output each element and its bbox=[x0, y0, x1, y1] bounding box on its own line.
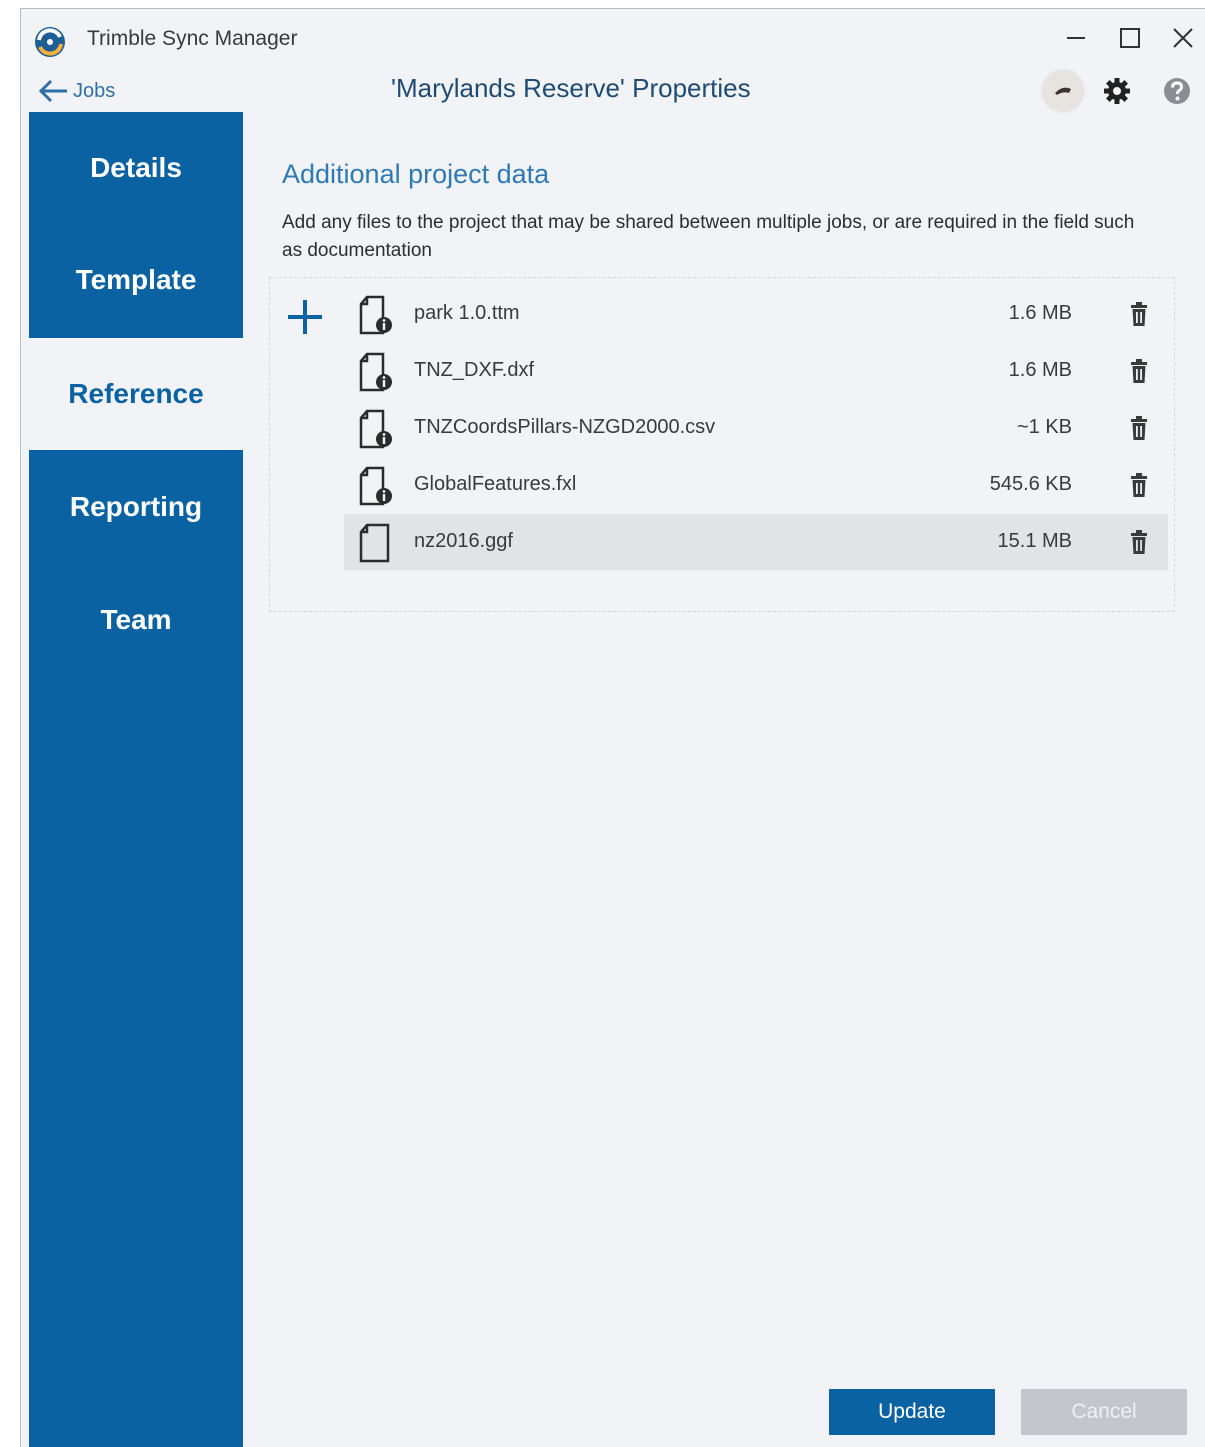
trimble-logo-icon bbox=[35, 27, 65, 57]
sidebar-item-team[interactable]: Team bbox=[29, 564, 243, 676]
back-to-jobs-link[interactable]: Jobs bbox=[37, 75, 115, 107]
file-info-icon bbox=[359, 466, 392, 506]
sidebar-item-details[interactable]: Details bbox=[29, 112, 243, 224]
trash-icon[interactable] bbox=[1128, 358, 1150, 384]
file-name: park 1.0.ttm bbox=[414, 302, 520, 324]
file-info-icon bbox=[359, 295, 392, 335]
sidebar-item-label: Template bbox=[75, 264, 197, 295]
file-info-icon bbox=[359, 409, 392, 449]
file-name: TNZ_DXF.dxf bbox=[414, 359, 535, 381]
file-size: 545.6 KB bbox=[989, 473, 1072, 495]
file-icon bbox=[359, 523, 390, 563]
trash-icon[interactable] bbox=[1128, 472, 1150, 498]
section-title: Additional project data bbox=[282, 159, 550, 189]
file-row[interactable]: GlobalFeatures.fxl 545.6 KB bbox=[344, 457, 1168, 513]
sidebar-item-reference[interactable]: Reference bbox=[29, 338, 243, 450]
gear-icon[interactable] bbox=[1101, 75, 1133, 107]
file-name: nz2016.ggf bbox=[414, 530, 513, 552]
file-row[interactable]: park 1.0.ttm 1.6 MB bbox=[344, 286, 1168, 342]
trash-icon[interactable] bbox=[1128, 301, 1150, 327]
sidebar-item-reporting[interactable]: Reporting bbox=[29, 451, 243, 563]
trash-icon[interactable] bbox=[1128, 415, 1150, 441]
help-icon[interactable] bbox=[1161, 75, 1193, 107]
avatar[interactable] bbox=[1043, 71, 1083, 111]
file-name: GlobalFeatures.fxl bbox=[414, 473, 577, 495]
file-row[interactable]: TNZ_DXF.dxf 1.6 MB bbox=[344, 343, 1168, 399]
sidebar-item-template[interactable]: Template bbox=[29, 224, 243, 336]
app-window: Trimble Sync Manager Jobs 'Marylands Res… bbox=[20, 8, 1205, 1447]
page-title: 'Marylands Reserve' Properties bbox=[391, 73, 751, 103]
sidebar-item-label: Team bbox=[100, 604, 172, 635]
title-bar: Trimble Sync Manager bbox=[21, 9, 1205, 65]
sidebar-item-label: Reporting bbox=[69, 491, 203, 522]
cancel-button[interactable]: Cancel bbox=[1021, 1389, 1187, 1435]
file-row[interactable]: TNZCoordsPillars-NZGD2000.csv ~1 KB bbox=[344, 400, 1168, 456]
file-row[interactable]: nz2016.ggf 15.1 MB bbox=[344, 514, 1168, 570]
sidebar-nav: Details Template Reference Reporting Tea… bbox=[29, 112, 243, 1447]
file-name: TNZCoordsPillars-NZGD2000.csv bbox=[414, 416, 716, 438]
sidebar-item-label: Details bbox=[90, 152, 182, 183]
file-size: 1.6 MB bbox=[1008, 302, 1072, 324]
maximize-icon[interactable] bbox=[1115, 23, 1145, 53]
file-size: 15.1 MB bbox=[997, 530, 1072, 552]
update-button[interactable]: Update bbox=[829, 1389, 995, 1435]
file-list: park 1.0.ttm 1.6 MB TNZ_DXF.dxf 1.6 MB T… bbox=[269, 277, 1175, 612]
app-title: Trimble Sync Manager bbox=[87, 27, 298, 50]
add-file-button[interactable] bbox=[284, 296, 326, 338]
section-description: Add any files to the project that may be… bbox=[282, 212, 1135, 261]
avatar-image-icon bbox=[1055, 87, 1071, 95]
file-size: 1.6 MB bbox=[1008, 359, 1072, 381]
back-label: Jobs bbox=[73, 79, 116, 102]
file-info-icon bbox=[359, 352, 392, 392]
trash-icon[interactable] bbox=[1128, 529, 1150, 555]
arrow-left-icon bbox=[38, 79, 67, 103]
minimize-icon[interactable] bbox=[1061, 23, 1091, 53]
file-size: ~1 KB bbox=[1016, 416, 1072, 438]
close-icon[interactable] bbox=[1168, 23, 1198, 53]
sidebar-item-label: Reference bbox=[68, 378, 204, 409]
